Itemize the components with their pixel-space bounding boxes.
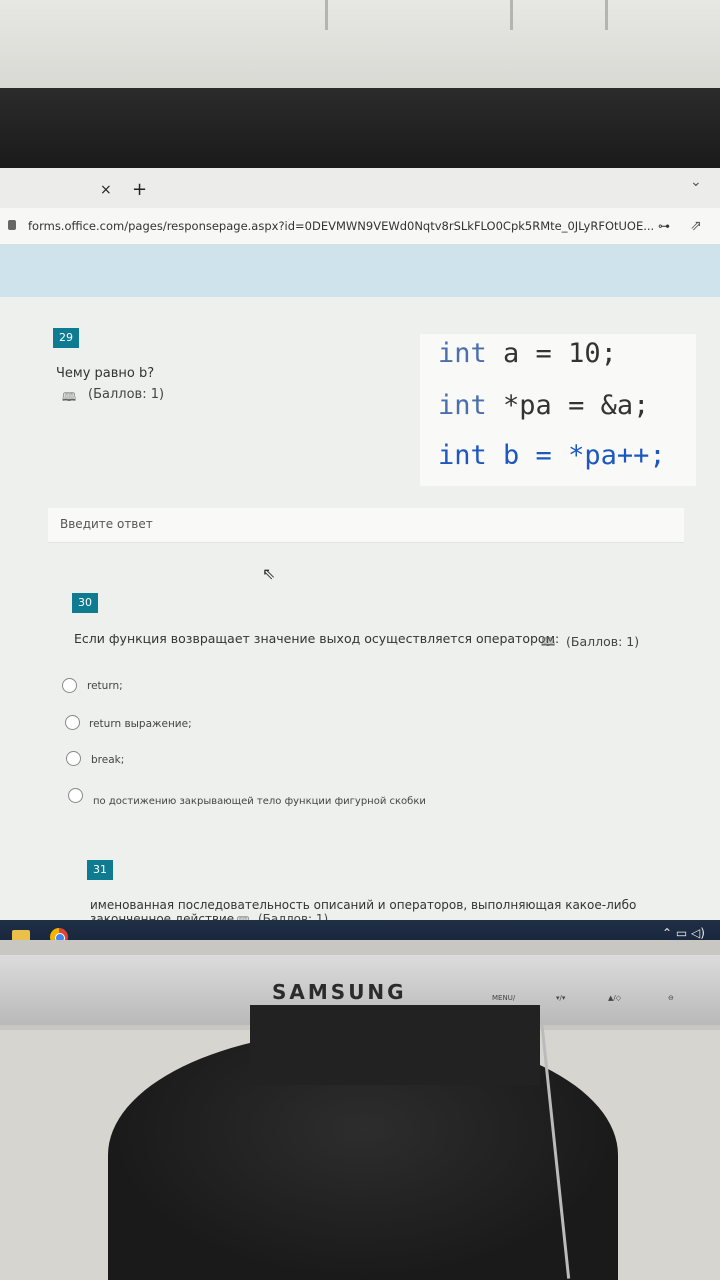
chrome-icon[interactable]	[50, 928, 68, 940]
question-text-line-1: именованная последовательность описаний …	[90, 898, 637, 912]
monitor-bezel-top	[0, 88, 720, 170]
answer-input[interactable]: Введите ответ	[48, 508, 684, 543]
monitor-screen: × + ⌄ forms.office.com/pages/responsepag…	[0, 168, 720, 940]
code-line-3: int b = *pa++;	[438, 440, 666, 471]
windows-taskbar: ⌃ ▭ ◁)	[0, 920, 720, 940]
wall-cable	[605, 0, 608, 30]
answer-placeholder: Введите ответ	[60, 517, 153, 531]
tab-list-chevron-icon[interactable]: ⌄	[690, 174, 702, 190]
monitor-brand-logo: SAMSUNG	[272, 980, 407, 1004]
question-number-badge: 31	[87, 860, 113, 880]
question-number-badge: 30	[72, 593, 98, 613]
code-line-1: int a = 10;	[438, 338, 617, 369]
question-text: Чему равно b?	[56, 366, 155, 381]
key-icon[interactable]: ⊶	[658, 219, 670, 233]
wall-cable	[325, 0, 328, 30]
monitor-button-3[interactable]: ▲/◇	[608, 994, 621, 1002]
address-bar[interactable]: forms.office.com/pages/responsepage.aspx…	[0, 208, 720, 245]
monitor-stand-neck	[250, 1005, 540, 1085]
option-label[interactable]: return выражение;	[89, 718, 192, 730]
code-line-2: int *pa = &a;	[438, 390, 650, 421]
points-label: (Баллов: 1)	[88, 387, 165, 402]
immersive-reader-icon[interactable]: 🕮	[62, 388, 76, 409]
mouse-cursor-icon: ⇖	[262, 564, 276, 583]
radio-option[interactable]	[65, 715, 80, 730]
url-text[interactable]: forms.office.com/pages/responsepage.aspx…	[28, 219, 654, 233]
monitor-power-button[interactable]: ⊖	[668, 994, 674, 1002]
radio-option[interactable]	[62, 678, 77, 693]
radio-option[interactable]	[68, 788, 83, 803]
option-label[interactable]: по достижению закрывающей тело функции ф…	[93, 796, 426, 807]
question-text: Если функция возвращает значение выход о…	[74, 631, 560, 646]
wall-background	[0, 0, 720, 95]
close-tab-icon[interactable]: ×	[100, 182, 112, 198]
file-explorer-icon[interactable]	[12, 930, 30, 940]
question-number-badge: 29	[53, 328, 79, 348]
monitor-button-2[interactable]: ▾/▾	[556, 994, 565, 1002]
share-icon[interactable]: ⇗	[690, 218, 702, 234]
lock-icon	[8, 220, 16, 230]
code-snippet-image: int a = 10; int *pa = &a; int b = *pa++;	[420, 334, 696, 486]
immersive-reader-icon[interactable]: 🕮	[541, 633, 555, 654]
new-tab-button[interactable]: +	[132, 179, 147, 200]
monitor-menu-button[interactable]: MENU/	[492, 994, 515, 1002]
radio-option[interactable]	[66, 751, 81, 766]
option-label[interactable]: break;	[91, 754, 124, 766]
option-label[interactable]: return;	[87, 680, 123, 692]
browser-tabstrip: × + ⌄	[0, 168, 720, 208]
form-header-banner	[0, 245, 720, 297]
system-tray-icons[interactable]: ⌃ ▭ ◁)	[662, 926, 705, 940]
wall-cable	[510, 0, 513, 30]
points-label: (Баллов: 1)	[566, 634, 640, 649]
